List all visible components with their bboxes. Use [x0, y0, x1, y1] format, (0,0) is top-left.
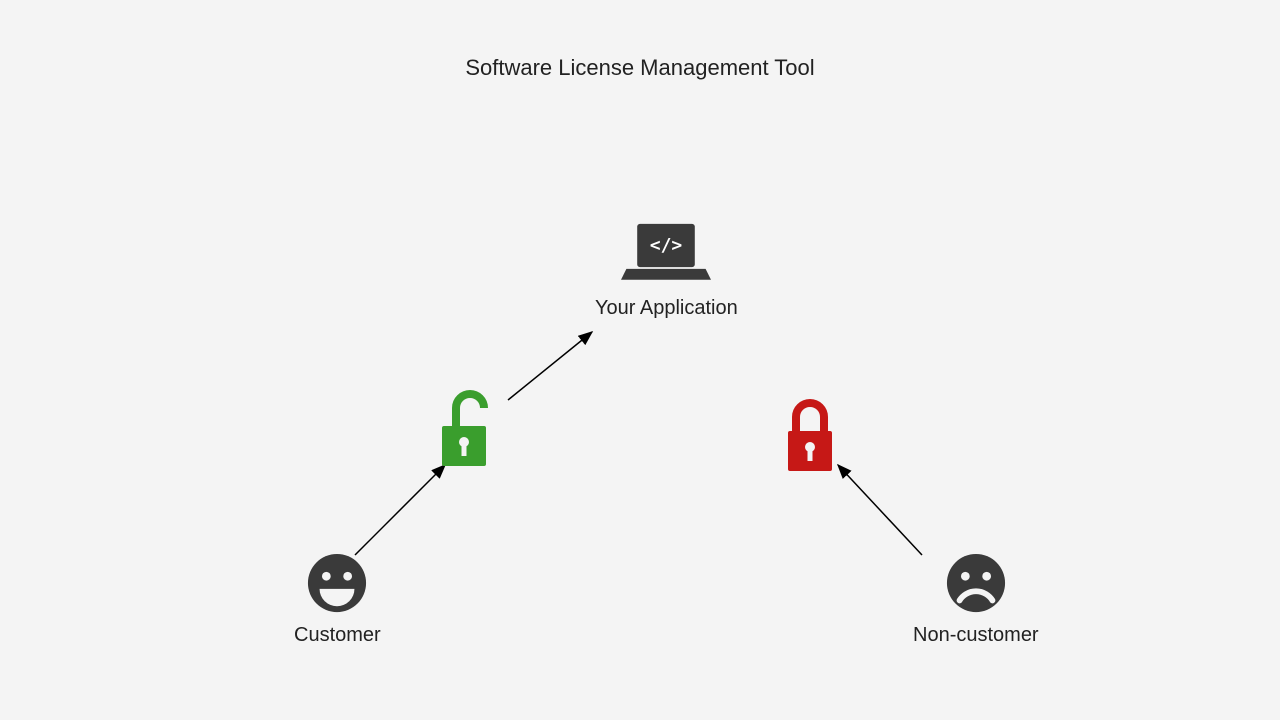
- noncustomer-label: Non-customer: [913, 624, 1039, 647]
- arrow-noncustomer-to-lock: [838, 465, 922, 555]
- arrow-customer-to-lock: [355, 465, 445, 555]
- svg-text:</>: </>: [650, 235, 683, 256]
- node-application: </> Your Application: [595, 222, 738, 320]
- node-customer: Customer: [294, 552, 381, 647]
- face-sad-icon: [945, 552, 1007, 614]
- arrow-lock-to-app: [508, 332, 592, 400]
- node-locked: [780, 395, 840, 475]
- node-noncustomer: Non-customer: [913, 552, 1039, 647]
- customer-label: Customer: [294, 624, 381, 647]
- laptop-code-icon: </>: [621, 222, 711, 287]
- application-label: Your Application: [595, 297, 738, 320]
- diagram-title: Software License Management Tool: [0, 55, 1280, 81]
- lock-open-icon: [434, 390, 494, 470]
- arrows-layer: [0, 0, 1280, 720]
- face-happy-icon: [306, 552, 368, 614]
- node-unlocked: [434, 390, 494, 470]
- lock-closed-icon: [780, 395, 840, 475]
